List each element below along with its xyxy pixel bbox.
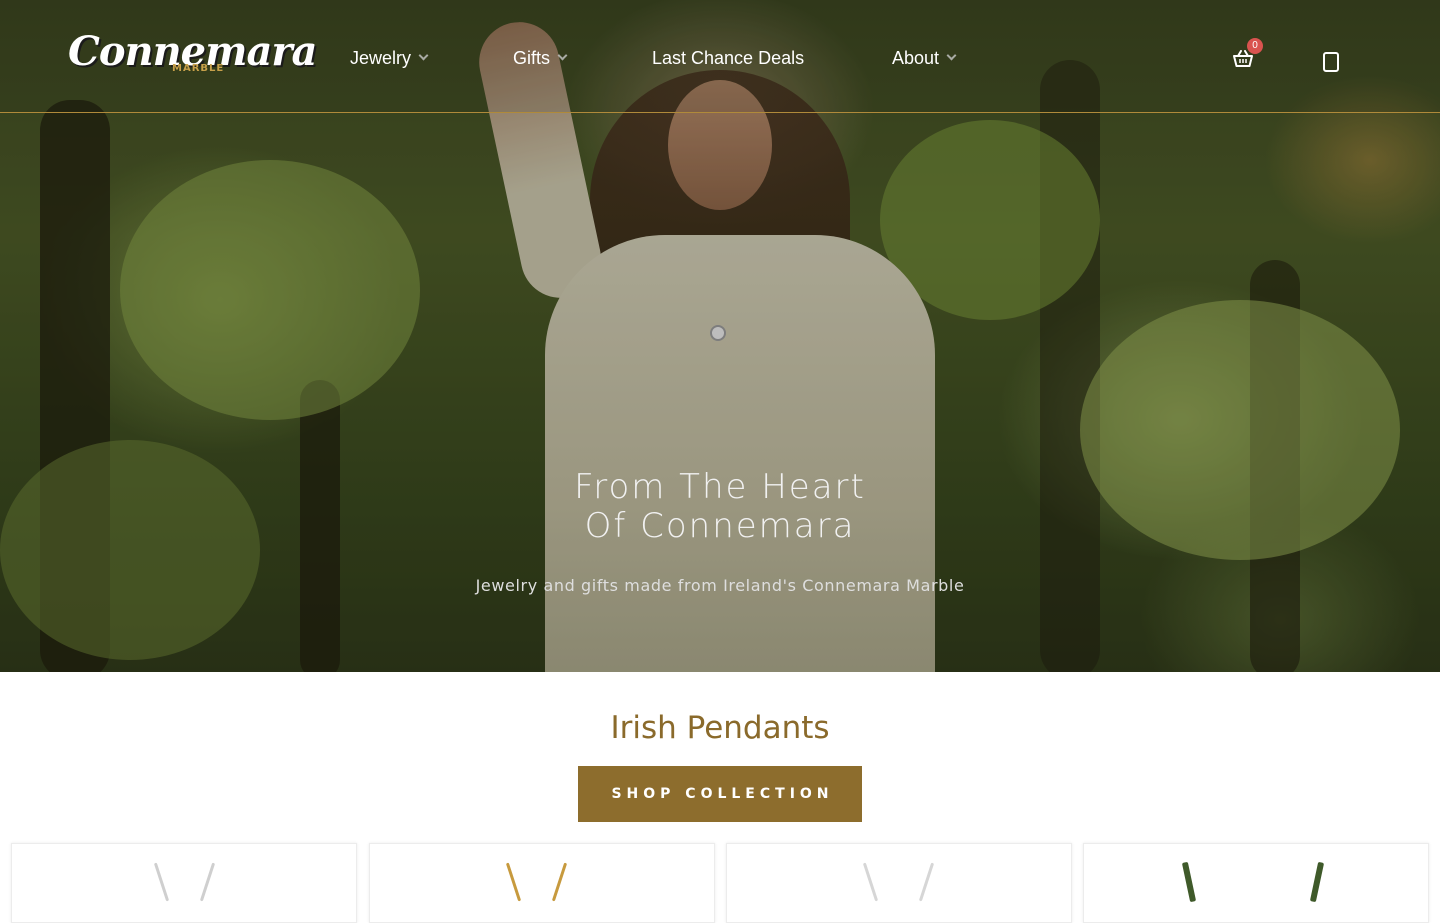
product-card[interactable] (1083, 843, 1429, 923)
site-header: Connemara MARBLE Jewelry Gifts Last Chan… (0, 0, 1440, 113)
nav-item-label: Jewelry (350, 47, 412, 68)
product-card[interactable] (726, 843, 1072, 923)
chevron-down-icon (557, 50, 568, 61)
cart-button[interactable]: 0 (1230, 38, 1264, 72)
collection-title: Irish Pendants (610, 710, 830, 746)
nav-item-about[interactable]: About (892, 47, 957, 69)
pendant-chain (1309, 861, 1325, 903)
chevron-down-icon (946, 50, 957, 61)
logo-subtext: MARBLE (172, 63, 225, 74)
cart-count-badge: 0 (1247, 38, 1263, 54)
hero-title: From The Heart Of Connemara (574, 467, 866, 546)
nav-item-last-chance-deals[interactable]: Last Chance Deals (652, 48, 804, 69)
pendant-chain (862, 862, 879, 902)
nav-item-jewelry[interactable]: Jewelry (350, 47, 429, 69)
pendant-chain (918, 862, 935, 902)
product-card[interactable] (11, 843, 357, 923)
pendant-chain (1181, 861, 1197, 903)
nav-item-label: About (892, 47, 940, 68)
pendant-chain (551, 862, 568, 902)
shop-collection-button[interactable]: SHOP COLLECTION (578, 766, 862, 822)
nav-item-label: Gifts (513, 47, 551, 68)
chevron-down-icon (418, 50, 429, 61)
nav-item-label: Last Chance Deals (652, 47, 805, 68)
pendant-chain (505, 862, 522, 902)
pendant-chain (199, 862, 216, 902)
hero-subtitle: Jewelry and gifts made from Ireland's Co… (475, 576, 965, 595)
account-icon[interactable] (1323, 52, 1339, 72)
nav-item-gifts[interactable]: Gifts (513, 47, 568, 69)
pendant-chain (153, 862, 170, 902)
product-card[interactable] (369, 843, 715, 923)
brand-logo[interactable]: Connemara MARBLE (68, 28, 317, 88)
